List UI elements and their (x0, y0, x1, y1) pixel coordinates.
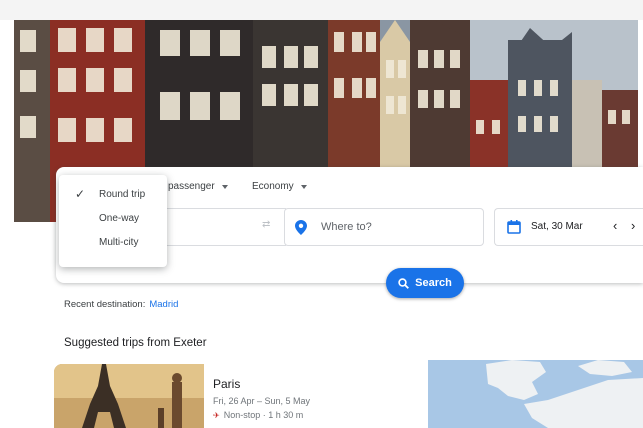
chevron-left-icon[interactable]: ‹ (613, 218, 617, 233)
cabin-class-select[interactable]: Economy (252, 181, 307, 192)
chevron-down-icon (300, 184, 307, 189)
airline-logo-icon: ✈︎ (213, 410, 220, 420)
menu-item-round-trip[interactable]: ✓ Round trip (59, 183, 167, 207)
menu-item-label: Round trip (99, 189, 146, 200)
trip-type-menu: ✓ Round trip One-way Multi-city (59, 175, 167, 267)
check-icon: ✓ (75, 187, 86, 201)
menu-item-label: One-way (99, 213, 140, 224)
recent-destination-link[interactable]: Madrid (149, 299, 178, 310)
trip-flight-info: Non-stop · 1 h 30 m (223, 410, 304, 420)
recent-destination: Recent destination: Madrid (64, 299, 178, 310)
chevron-down-icon (221, 184, 228, 189)
trip-info: ✈︎ Non-stop · 1 h 30 m (213, 410, 303, 420)
recent-label: Recent destination: (64, 299, 146, 310)
swap-icon[interactable]: ⇄ (262, 219, 270, 230)
trip-city[interactable]: Paris (213, 377, 240, 391)
trip-image-paris[interactable] (54, 364, 204, 428)
flights-page: Round trip passenger Economy ⇄ Where to?… (0, 0, 643, 428)
departure-date: Sat, 30 Mar (531, 221, 583, 232)
suggested-trips-title: Suggested trips from Exeter (64, 337, 207, 349)
menu-item-label: Multi-city (99, 237, 139, 248)
departure-date-field[interactable]: Sat, 30 Mar ‹ › (494, 208, 643, 246)
menu-item-one-way[interactable]: One-way (59, 207, 167, 231)
to-placeholder: Where to? (321, 221, 372, 233)
to-field[interactable]: Where to? (284, 208, 484, 246)
location-pin-icon (295, 220, 307, 240)
trip-dates: Fri, 26 Apr – Sun, 5 May (213, 396, 311, 406)
passenger-label: passenger (168, 181, 215, 192)
menu-item-multi-city[interactable]: Multi-city (59, 231, 167, 255)
search-button-label: Search (415, 277, 452, 289)
map-preview[interactable] (428, 360, 643, 428)
passenger-select[interactable]: passenger (168, 181, 228, 192)
browser-edge (0, 0, 643, 20)
cabin-class-label: Economy (252, 181, 294, 192)
chevron-right-icon[interactable]: › (631, 218, 635, 233)
search-button[interactable]: Search (386, 268, 464, 298)
search-icon (398, 277, 410, 289)
calendar-icon (507, 220, 521, 239)
